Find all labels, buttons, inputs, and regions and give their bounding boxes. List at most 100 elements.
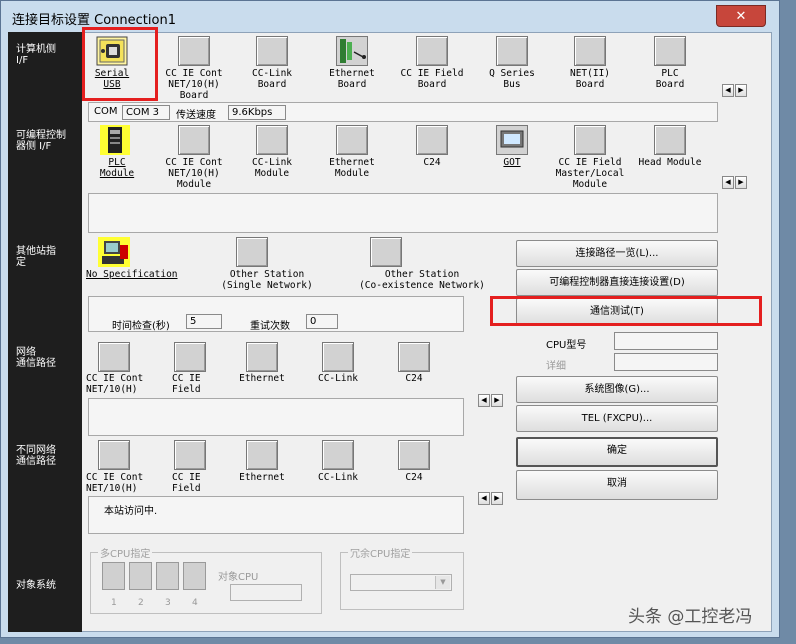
com-port-value: COM 3 xyxy=(122,105,170,120)
route-cc-link-icon[interactable] xyxy=(322,342,354,372)
redundant-cpu-group-label: 冗余CPU指定 xyxy=(348,545,413,560)
cancel-button[interactable]: 取消 xyxy=(516,470,718,500)
c24-module-icon[interactable] xyxy=(416,125,448,155)
plc-board-icon[interactable] xyxy=(654,36,686,66)
diff-route-cc-ie-cont-icon[interactable] xyxy=(98,440,130,470)
plc-if-label-1: CC IE Cont NET/10(H) Module xyxy=(165,157,223,190)
watermark-text: 头条 @工控老冯 xyxy=(628,607,753,627)
plc-if-label-5: GOT xyxy=(503,157,521,168)
pc-if-label-5: Q Series Bus xyxy=(489,68,535,90)
cpu-number-4: 4 xyxy=(192,598,198,608)
route-scroll-right-arrow[interactable]: ▶ xyxy=(491,394,503,407)
ok-button[interactable]: 确定 xyxy=(516,437,718,467)
scroll-left-arrow[interactable]: ◀ xyxy=(722,176,734,189)
pc-if-label-7: PLC Board xyxy=(655,68,685,90)
cpu-slot-2 xyxy=(129,562,152,590)
cpu-model-field xyxy=(614,332,718,350)
section-pc-if: 计算机侧 I/F xyxy=(16,44,56,66)
other-station-label-2: Other Station (Co-existence Network) xyxy=(359,269,485,291)
serial-usb-icon[interactable] xyxy=(96,36,128,66)
plc-module-icon[interactable] xyxy=(100,125,130,155)
section-other-station: 其他站指 定 xyxy=(16,246,56,268)
pc-if-label-2: CC-Link Board xyxy=(251,68,293,90)
diff-route-label-4: C24 xyxy=(405,472,423,483)
target-cpu-field xyxy=(230,584,302,601)
plc-if-label-4: C24 xyxy=(423,157,441,168)
cc-link-board-icon[interactable] xyxy=(256,36,288,66)
cpu-slot-4 xyxy=(183,562,206,590)
scroll-right-arrow[interactable]: ▶ xyxy=(735,84,747,97)
plc-if-label-0: PLC Module xyxy=(99,157,135,179)
route-cc-ie-cont-icon[interactable] xyxy=(98,342,130,372)
diff-route-ethernet-icon[interactable] xyxy=(246,440,278,470)
diff-route-cc-ie-field-icon[interactable] xyxy=(174,440,206,470)
cpu-slot-3 xyxy=(156,562,179,590)
cc-link-module-icon[interactable] xyxy=(256,125,288,155)
pc-if-label-3: Ethernet Board xyxy=(329,68,375,90)
diff-route-scroll-right-arrow[interactable]: ▶ xyxy=(491,492,503,505)
section-target-system: 对象系统 xyxy=(16,580,56,591)
diff-route-c24-icon[interactable] xyxy=(398,440,430,470)
no-spec-icon[interactable] xyxy=(98,237,130,267)
pc-if-label-0: Serial USB xyxy=(94,68,130,90)
multi-cpu-group-label: 多CPU指定 xyxy=(98,545,153,560)
pc-if-label-1: CC IE Cont NET/10(H) Board xyxy=(165,68,223,101)
cc-ie-field-master-icon[interactable] xyxy=(574,125,606,155)
ethernet-board-icon[interactable] xyxy=(336,36,368,66)
pc-if-label-4: CC IE Field Board xyxy=(400,68,464,90)
net-ii-board-icon[interactable] xyxy=(574,36,606,66)
detail-label: 详细 xyxy=(546,361,566,372)
diff-route-label-0: CC IE Cont NET/10(H) xyxy=(86,472,144,494)
scroll-left-arrow[interactable]: ◀ xyxy=(722,84,734,97)
single-network-station-icon[interactable] xyxy=(236,237,268,267)
cpu-model-label: CPU型号 xyxy=(546,340,587,351)
coexistence-network-station-icon[interactable] xyxy=(370,237,402,267)
route-ethernet-icon[interactable] xyxy=(246,342,278,372)
cpu-number-1: 1 xyxy=(111,598,117,608)
close-button[interactable]: ✕ xyxy=(716,5,766,27)
chevron-down-icon: ▼ xyxy=(435,576,450,589)
cc-ie-field-board-icon[interactable] xyxy=(416,36,448,66)
route-cc-ie-field-icon[interactable] xyxy=(174,342,206,372)
time-check-label: 时间检查(秒) xyxy=(112,321,170,332)
other-station-label-1: Other Station (Single Network) xyxy=(221,269,313,291)
diff-route-label-1: CC IE Field xyxy=(172,472,201,494)
route-label-1: CC IE Field xyxy=(172,373,201,395)
window-title: 连接目标设置 Connection1 xyxy=(12,13,176,28)
speed-label: 传送速度 xyxy=(176,110,216,121)
route-c24-icon[interactable] xyxy=(398,342,430,372)
target-cpu-label: 对象CPU xyxy=(218,572,259,583)
cpu-number-3: 3 xyxy=(165,598,171,608)
retry-count-label: 重试次数 xyxy=(250,321,290,332)
status-text: 本站访问中. xyxy=(104,506,158,517)
route-label-0: CC IE Cont NET/10(H) xyxy=(86,373,144,395)
section-sidebar xyxy=(8,32,82,632)
diff-route-scroll-left-arrow[interactable]: ◀ xyxy=(478,492,490,505)
plc-if-label-3: Ethernet Module xyxy=(329,157,375,179)
route-list-button[interactable]: 连接路径一览(L)... xyxy=(516,240,718,267)
ethernet-module-icon[interactable] xyxy=(336,125,368,155)
cc-ie-cont-board-icon[interactable] xyxy=(178,36,210,66)
cpu-slot-1 xyxy=(102,562,125,590)
route-label-3: CC-Link xyxy=(317,373,359,384)
system-image-button[interactable]: 系统图像(G)... xyxy=(516,376,718,403)
cc-ie-cont-module-icon[interactable] xyxy=(178,125,210,155)
q-series-bus-icon[interactable] xyxy=(496,36,528,66)
redundant-cpu-select: ▼ xyxy=(350,574,452,591)
section-diff-network-route: 不同网络 通信路径 xyxy=(16,445,56,467)
got-icon[interactable] xyxy=(496,125,528,155)
diff-route-cc-link-icon[interactable] xyxy=(322,440,354,470)
diff-route-label-3: CC-Link xyxy=(317,472,359,483)
section-plc-if: 可编程控制 器侧 I/F xyxy=(16,130,66,152)
cpu-number-2: 2 xyxy=(138,598,144,608)
tel-fxcpu-button[interactable]: TEL (FXCPU)... xyxy=(516,405,718,432)
head-module-icon[interactable] xyxy=(654,125,686,155)
route-label-2: Ethernet xyxy=(239,373,285,384)
speed-value: 9.6Kbps xyxy=(228,105,286,120)
retry-count-input[interactable]: 0 xyxy=(306,314,338,329)
time-check-input[interactable]: 5 xyxy=(186,314,222,329)
route-label-4: C24 xyxy=(405,373,423,384)
scroll-right-arrow[interactable]: ▶ xyxy=(735,176,747,189)
route-scroll-left-arrow[interactable]: ◀ xyxy=(478,394,490,407)
direct-connect-button[interactable]: 可编程控制器直接连接设置(D) xyxy=(516,269,718,296)
